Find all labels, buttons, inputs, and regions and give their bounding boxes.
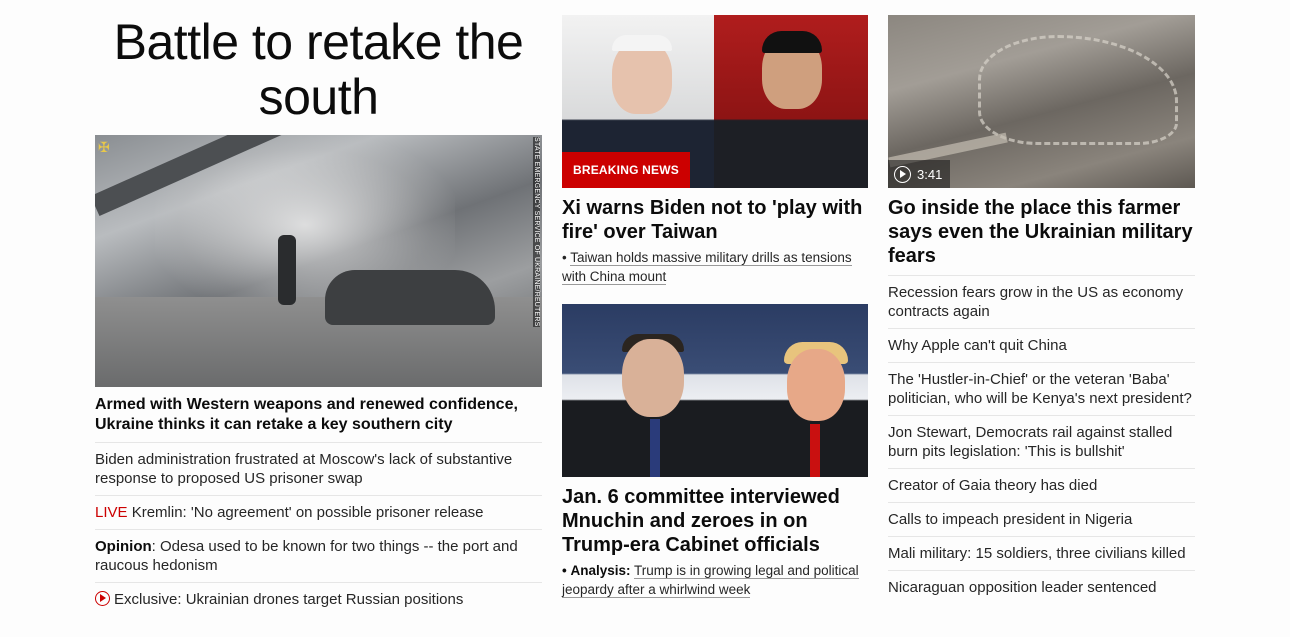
list-item[interactable]: Creator of Gaia theory has died bbox=[888, 469, 1195, 503]
burnt-car bbox=[325, 270, 495, 325]
image-credit: STATE EMERGENCY SERVICE OF UKRAINE/REUTE… bbox=[533, 137, 540, 327]
list-item[interactable]: Biden administration frustrated at Mosco… bbox=[95, 443, 542, 496]
list-item[interactable]: Mali military: 15 soldiers, three civili… bbox=[888, 537, 1195, 571]
right-zone: 3:41 Go inside the place this farmer say… bbox=[888, 15, 1195, 604]
mnuchin-trump-image[interactable] bbox=[562, 304, 868, 477]
live-label: LIVE bbox=[95, 504, 128, 521]
bones bbox=[978, 35, 1178, 145]
breaking-news-badge: BREAKING NEWS bbox=[562, 152, 690, 188]
lead-headline[interactable]: Armed with Western weapons and renewed c… bbox=[95, 395, 542, 443]
headline-list: Recession fears grow in the US as econom… bbox=[888, 276, 1195, 604]
tie bbox=[810, 424, 820, 477]
xi-subheadline[interactable]: • Taiwan holds massive military drills a… bbox=[562, 248, 868, 286]
list-item[interactable]: Nicaraguan opposition leader sentenced bbox=[888, 571, 1195, 604]
face bbox=[622, 339, 684, 417]
list-item[interactable]: Recession fears grow in the US as econom… bbox=[888, 276, 1195, 329]
list-item[interactable]: Jon Stewart, Democrats rail against stal… bbox=[888, 416, 1195, 469]
play-circle-icon bbox=[95, 591, 110, 606]
mnuchin-headline[interactable]: Jan. 6 committee interviewed Mnuchin and… bbox=[562, 485, 868, 557]
story-xi-biden: BREAKING NEWS Xi warns Biden not to 'pla… bbox=[562, 15, 868, 286]
tie bbox=[650, 419, 660, 477]
face bbox=[612, 40, 672, 114]
mnuchin-subheadline[interactable]: • Analysis: Trump is in growing legal an… bbox=[562, 561, 868, 599]
opinion-label: Opinion bbox=[95, 538, 152, 555]
lead-image[interactable]: ✠ STATE EMERGENCY SERVICE OF UKRAINE/REU… bbox=[95, 135, 542, 387]
analysis-label: Analysis: bbox=[570, 563, 631, 578]
lead-related-list: Biden administration frustrated at Mosco… bbox=[95, 443, 542, 616]
emblem-icon: ✠ bbox=[98, 139, 110, 155]
list-item[interactable]: Why Apple can't quit China bbox=[888, 329, 1195, 363]
lead-zone: Battle to retake the south ✠ STATE EMERG… bbox=[95, 15, 542, 616]
list-item[interactable]: Calls to impeach president in Nigeria bbox=[888, 503, 1195, 537]
hair bbox=[612, 35, 672, 51]
farm-video-thumbnail[interactable]: 3:41 bbox=[888, 15, 1195, 188]
middle-zone: BREAKING NEWS Xi warns Biden not to 'pla… bbox=[562, 15, 868, 599]
story-mnuchin: Jan. 6 committee interviewed Mnuchin and… bbox=[562, 304, 868, 599]
xi-headline[interactable]: Xi warns Biden not to 'play with fire' o… bbox=[562, 196, 868, 244]
zone-title[interactable]: Battle to retake the south bbox=[95, 15, 542, 135]
farm-headline[interactable]: Go inside the place this farmer says eve… bbox=[888, 196, 1195, 276]
list-item[interactable]: The 'Hustler-in-Chief' or the veteran 'B… bbox=[888, 363, 1195, 416]
list-item[interactable]: Opinion: Odesa used to be known for two … bbox=[95, 530, 542, 583]
play-icon bbox=[894, 166, 911, 183]
xi-photo bbox=[714, 15, 868, 188]
list-item[interactable]: Exclusive: Ukrainian drones target Russi… bbox=[95, 583, 542, 616]
biden-xi-image[interactable]: BREAKING NEWS bbox=[562, 15, 868, 188]
list-item[interactable]: LIVE Kremlin: 'No agreement' on possible… bbox=[95, 496, 542, 530]
face bbox=[787, 349, 845, 421]
hair bbox=[762, 31, 822, 53]
video-duration: 3:41 bbox=[888, 160, 951, 188]
firefighter bbox=[278, 235, 296, 305]
